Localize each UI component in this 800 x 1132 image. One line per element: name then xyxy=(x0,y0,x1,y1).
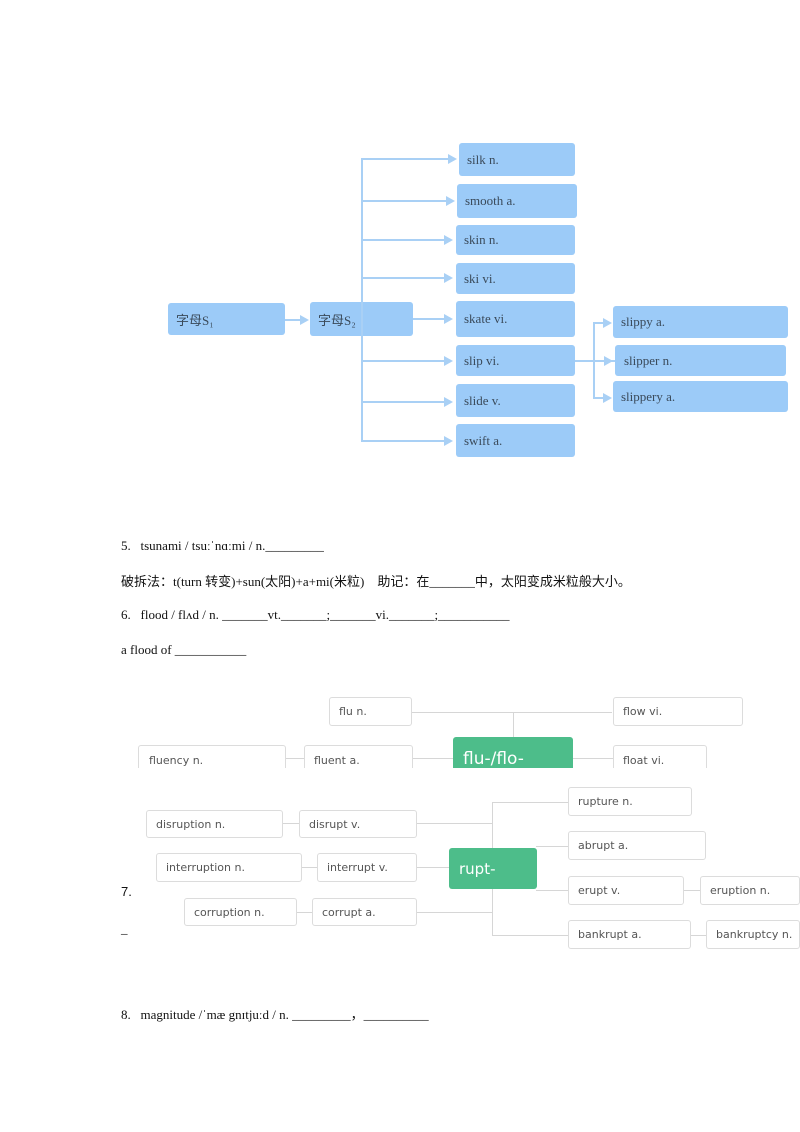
rupt-derived-node: eruption n. xyxy=(700,876,800,905)
connector xyxy=(593,322,595,398)
connector xyxy=(536,890,568,891)
connector xyxy=(282,823,299,824)
rupt-derived-node: bankruptcy n. xyxy=(706,920,800,949)
connector xyxy=(416,823,492,824)
slip-child-node: slippy a. xyxy=(613,306,788,338)
connector xyxy=(301,867,318,868)
rupt-word-node: corrupt a. xyxy=(312,898,417,926)
flu-node: float vi. xyxy=(613,745,707,768)
arrow-icon xyxy=(444,436,453,446)
slip-child-node: slippery a. xyxy=(613,381,788,412)
connector xyxy=(536,846,568,847)
rupt-derived-node: interruption n. xyxy=(156,853,302,882)
connector xyxy=(416,912,492,913)
connector xyxy=(285,758,305,759)
slip-child-node: slipper n. xyxy=(615,345,786,376)
connector xyxy=(416,867,450,868)
connector xyxy=(683,890,701,891)
connector xyxy=(296,912,313,913)
branch-node: slide v. xyxy=(456,384,575,417)
branch-node: smooth a. xyxy=(457,184,577,218)
arrow-icon xyxy=(444,397,453,407)
branch-node: ski vi. xyxy=(456,263,575,294)
flu-mindmap: flu n. flow vi. fluency n. fluent a. flu… xyxy=(0,690,800,768)
arrow-icon xyxy=(444,235,453,245)
flu-node: flow vi. xyxy=(613,697,743,726)
connector xyxy=(572,758,614,759)
item-5-mnemonic: 破拆法：t(turn 转变)+sun(太阳)+a+mi(米粒) 助记：在____… xyxy=(121,574,631,589)
branch-node: skate vi. xyxy=(456,301,575,337)
root-node-s1: 字母S₁ xyxy=(168,303,285,335)
connector xyxy=(413,318,448,320)
connector xyxy=(361,277,445,279)
connector xyxy=(412,758,454,759)
connector xyxy=(492,935,568,936)
connector xyxy=(361,401,445,403)
connector xyxy=(513,712,514,737)
arrow-icon xyxy=(448,154,457,164)
rupt-word-node: interrupt v. xyxy=(317,853,417,882)
arrow-icon xyxy=(444,314,453,324)
connector xyxy=(361,360,445,362)
arrow-icon xyxy=(446,196,455,206)
rupt-center-node: rupt- xyxy=(449,848,537,889)
item-7-blank: _ xyxy=(121,921,128,936)
connector xyxy=(361,239,445,241)
arrow-icon xyxy=(444,273,453,283)
connector xyxy=(361,200,447,202)
rupt-word-node: disrupt v. xyxy=(299,810,417,838)
rupt-word-node: abrupt a. xyxy=(568,831,706,860)
item-6-line: 6. flood / flʌd / n. _______vt._______;_… xyxy=(121,607,510,622)
item-7-number: 7. xyxy=(121,884,132,899)
arrow-icon xyxy=(604,356,613,366)
connector xyxy=(412,712,612,713)
arrow-icon xyxy=(444,356,453,366)
branch-node: silk n. xyxy=(459,143,575,176)
item-6-phrase: a flood of ___________ xyxy=(121,642,247,657)
rupt-word-node: rupture n. xyxy=(568,787,692,816)
branch-node: swift a. xyxy=(456,424,575,457)
connector xyxy=(361,158,449,160)
rupt-derived-node: corruption n. xyxy=(184,898,297,926)
connector xyxy=(690,935,707,936)
flu-center-node: flu-/flo- xyxy=(453,737,573,768)
arrow-icon xyxy=(603,318,612,328)
arrow-icon xyxy=(300,315,309,325)
connector xyxy=(492,802,568,803)
flu-node: flu n. xyxy=(329,697,412,726)
rupt-derived-node: disruption n. xyxy=(146,810,283,838)
branch-node: skin n. xyxy=(456,225,575,255)
flu-node: fluent a. xyxy=(304,745,413,768)
branch-node: slip vi. xyxy=(456,345,575,376)
rupt-word-node: erupt v. xyxy=(568,876,684,905)
rupt-word-node: bankrupt a. xyxy=(568,920,691,949)
flu-node: fluency n. xyxy=(138,745,286,768)
arrow-icon xyxy=(603,393,612,403)
connector xyxy=(361,440,445,442)
item-5-line: 5. tsunami / tsuːˈnɑːmi / n._________ xyxy=(121,538,324,553)
item-8-line: 8. magnitude /ˈmæ gnɪtjuːd / n. ________… xyxy=(121,1007,429,1022)
